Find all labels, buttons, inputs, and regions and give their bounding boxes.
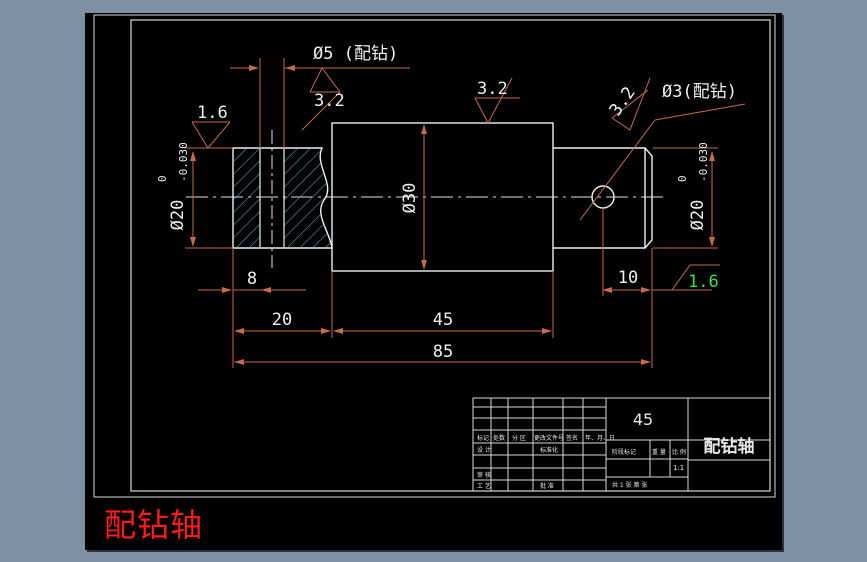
title-col-date: 年、月、日: [585, 434, 615, 442]
dim-len-8: 8: [247, 269, 257, 289]
page-caption: 配钻轴: [104, 506, 204, 544]
engineering-drawing: Ø5 (配钻) Ø3(配钻) Ø30 Ø20 0 -0.030 Ø20 0 -0…: [93, 14, 776, 498]
title-row-process: 工 艺: [477, 482, 491, 490]
roughness-right-bottom: 1.6: [688, 272, 719, 292]
title-sheet-info: 共 1 张 第 张: [612, 481, 647, 489]
dim-tol-upper-right: 0: [676, 175, 689, 182]
title-stage-mark: 阶段标记: [612, 448, 636, 456]
title-scale-label: 比 例: [672, 448, 686, 456]
roughness-middle: 3.2: [477, 79, 508, 99]
title-scale-value: 1:1: [673, 464, 684, 472]
dim-len-85: 85: [433, 342, 453, 362]
dim-tol-lower-right: -0.030: [697, 142, 710, 182]
title-col-sign: 签名: [566, 434, 578, 442]
section-hatching: [234, 149, 331, 247]
title-col-count: 处数: [493, 434, 505, 442]
title-weight: 重 量: [652, 448, 666, 456]
title-row-design: 设 计: [477, 446, 491, 454]
title-col-zone: 分 区: [512, 434, 526, 442]
roughness-hole-5: 3.2: [314, 91, 345, 111]
title-row-approve: 批 准: [540, 482, 554, 490]
roughness-left: 1.6: [197, 103, 228, 123]
title-block-material: 45: [633, 410, 653, 429]
title-block-part-name: 配钻轴: [704, 436, 755, 457]
title-row-review: 审 核: [477, 471, 491, 479]
dim-d30: Ø30: [400, 183, 420, 214]
dim-tol-lower-left: -0.030: [177, 142, 190, 182]
title-col-change: 更改文件号: [534, 434, 564, 442]
dim-hole-5: Ø5 (配钻): [313, 44, 398, 64]
dim-d20-left: Ø20: [168, 200, 188, 231]
dim-len-45: 45: [433, 310, 453, 330]
dim-tol-upper-left: 0: [156, 175, 169, 182]
title-col-mark: 标记: [477, 434, 489, 442]
dim-hole-3: Ø3(配钻): [662, 82, 737, 102]
roughness-right-top: 3.2: [606, 83, 640, 120]
title-row-standard: 标准化: [540, 446, 558, 454]
dim-len-20: 20: [272, 310, 292, 330]
dim-d20-right: Ø20: [688, 200, 708, 231]
dimension-lines: [185, 58, 746, 368]
dim-len-10: 10: [618, 268, 638, 288]
